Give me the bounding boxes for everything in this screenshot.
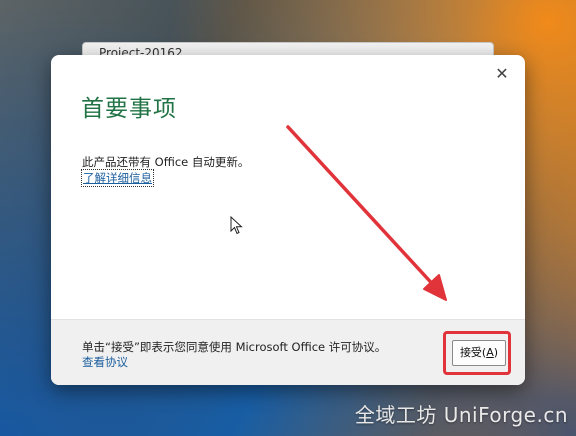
mouse-pointer-icon — [230, 216, 243, 235]
auto-update-message: 此产品还带有 Office 自动更新。 — [82, 155, 250, 169]
accept-button-label-suffix: ) — [493, 346, 499, 359]
watermark: 全域工坊 UniForge.cn — [354, 403, 568, 427]
view-agreement-link[interactable]: 查看协议 — [82, 354, 128, 370]
accept-button-label: 接受( — [459, 346, 487, 359]
accept-button-accelerator: A — [486, 346, 494, 359]
close-button[interactable]: ✕ — [493, 65, 511, 83]
accept-button[interactable]: 接受(A) — [452, 340, 506, 366]
dialog-title: 首要事项 — [81, 96, 177, 122]
license-agreement-text: 单击“接受”即表示您同意使用 Microsoft Office 许可协议。 — [82, 340, 387, 354]
first-things-first-dialog: ✕ 首要事项 此产品还带有 Office 自动更新。 了解详细信息 单击“接受”… — [51, 55, 525, 385]
learn-more-link[interactable]: 了解详细信息 — [81, 169, 154, 187]
